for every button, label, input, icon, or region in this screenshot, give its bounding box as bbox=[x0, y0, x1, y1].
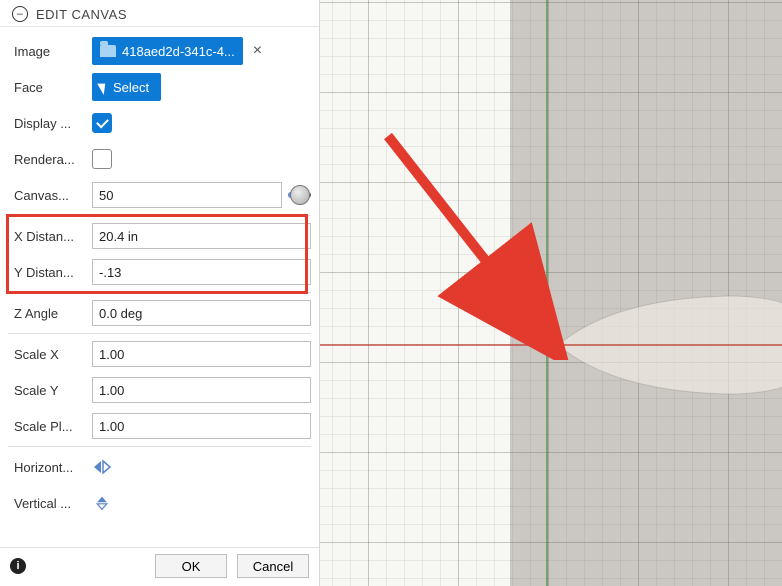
clear-image-icon[interactable]: × bbox=[249, 42, 266, 60]
y-distance-label: Y Distan... bbox=[8, 265, 88, 280]
render-checkbox[interactable] bbox=[92, 149, 112, 169]
z-angle-input[interactable] bbox=[92, 300, 311, 326]
scale-plane-label: Scale Pl... bbox=[8, 419, 88, 434]
canvas-part-silhouette bbox=[558, 290, 782, 400]
annotation-arrow bbox=[370, 130, 590, 360]
panel-title: EDIT CANVAS bbox=[36, 7, 127, 22]
ok-button[interactable]: OK bbox=[155, 554, 227, 578]
select-face-label: Select bbox=[113, 80, 149, 95]
face-label: Face bbox=[8, 80, 88, 95]
image-file-chip[interactable]: 418aed2d-341c-4... bbox=[92, 37, 243, 65]
panel-header: – EDIT CANVAS bbox=[0, 0, 319, 27]
axis-y-line bbox=[546, 0, 548, 586]
render-label: Rendera... bbox=[8, 152, 88, 167]
canvas-opacity-slider[interactable] bbox=[288, 183, 311, 207]
scale-x-label: Scale X bbox=[8, 347, 88, 362]
folder-icon bbox=[100, 45, 116, 57]
flip-horizontal-icon[interactable] bbox=[92, 459, 112, 475]
x-distance-label: X Distan... bbox=[8, 229, 88, 244]
slider-thumb[interactable] bbox=[290, 185, 310, 205]
cursor-icon bbox=[97, 80, 110, 95]
panel-footer: i OK Cancel bbox=[0, 547, 319, 586]
canvas-opacity-input[interactable] bbox=[92, 182, 282, 208]
display-label: Display ... bbox=[8, 116, 88, 131]
canvas-opacity-label: Canvas... bbox=[8, 188, 88, 203]
scale-x-input[interactable] bbox=[92, 341, 311, 367]
y-distance-input[interactable] bbox=[92, 259, 311, 285]
select-face-button[interactable]: Select bbox=[92, 73, 161, 101]
info-icon[interactable]: i bbox=[10, 558, 26, 574]
scale-y-input[interactable] bbox=[92, 377, 311, 403]
canvas-image-overlay bbox=[510, 0, 782, 586]
image-label: Image bbox=[8, 44, 88, 59]
scale-plane-input[interactable] bbox=[92, 413, 311, 439]
collapse-icon[interactable]: – bbox=[12, 6, 28, 22]
cancel-button[interactable]: Cancel bbox=[237, 554, 309, 578]
display-checkbox[interactable] bbox=[92, 113, 112, 133]
flip-vertical-label: Vertical ... bbox=[8, 496, 88, 511]
flip-horizontal-label: Horizont... bbox=[8, 460, 88, 475]
scale-y-label: Scale Y bbox=[8, 383, 88, 398]
x-distance-input[interactable] bbox=[92, 223, 311, 249]
edit-canvas-panel: – EDIT CANVAS Image 418aed2d-341c-4... ×… bbox=[0, 0, 320, 586]
flip-vertical-icon[interactable] bbox=[92, 495, 112, 511]
z-angle-label: Z Angle bbox=[8, 306, 88, 321]
image-filename: 418aed2d-341c-4... bbox=[122, 44, 235, 59]
origin-handle[interactable] bbox=[539, 337, 553, 351]
